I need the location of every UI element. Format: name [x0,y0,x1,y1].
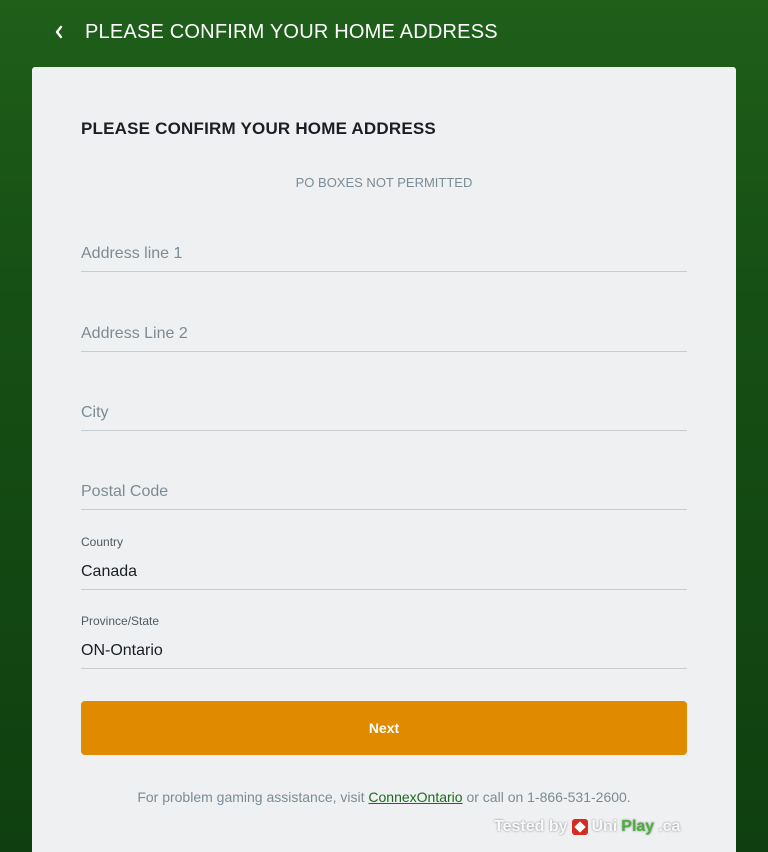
city-input[interactable] [81,404,687,422]
header-title: PLEASE CONFIRM YOUR HOME ADDRESS [85,21,498,43]
address-line-1-input[interactable] [81,245,687,263]
maple-leaf-icon [571,819,588,835]
brand-uni: Uni [591,818,618,835]
brand-play: Play [621,818,655,835]
country-input[interactable] [81,563,687,581]
connexontario-link[interactable]: ConnexOntario [368,789,462,805]
top-bar: PLEASE CONFIRM YOUR HOME ADDRESS [0,0,768,66]
form-title: PLEASE CONFIRM YOUR HOME ADDRESS [81,119,436,138]
province-label: Province/State [81,614,160,628]
country-label: Country [81,535,124,549]
tested-by-watermark: Tested by Uni Play .ca [494,818,680,836]
po-box-notice: PO BOXES NOT PERMITTED [295,175,473,190]
postal-code-input[interactable] [81,483,687,501]
footer-suffix: or call on 1-866-531-2600. [462,789,631,805]
brand-ca: .ca [658,818,681,835]
city-field [81,390,687,431]
address-line-1-field [81,231,687,272]
footer-prefix: For problem gaming assistance, visit [137,789,369,805]
problem-gaming-footer: For problem gaming assistance, visit Con… [32,789,736,805]
address-card: PLEASE CONFIRM YOUR HOME ADDRESS PO BOXE… [32,67,736,852]
next-button[interactable]: Next [81,701,687,755]
back-button[interactable] [48,20,70,44]
province-input[interactable] [81,642,687,660]
tested-by-text: Tested by [494,818,568,835]
address-line-2-field [81,311,687,352]
address-line-2-input[interactable] [81,325,687,343]
chevron-left-icon [55,25,63,39]
province-field: Province/State [81,614,687,669]
postal-code-field [81,469,687,510]
country-field: Country [81,535,687,590]
